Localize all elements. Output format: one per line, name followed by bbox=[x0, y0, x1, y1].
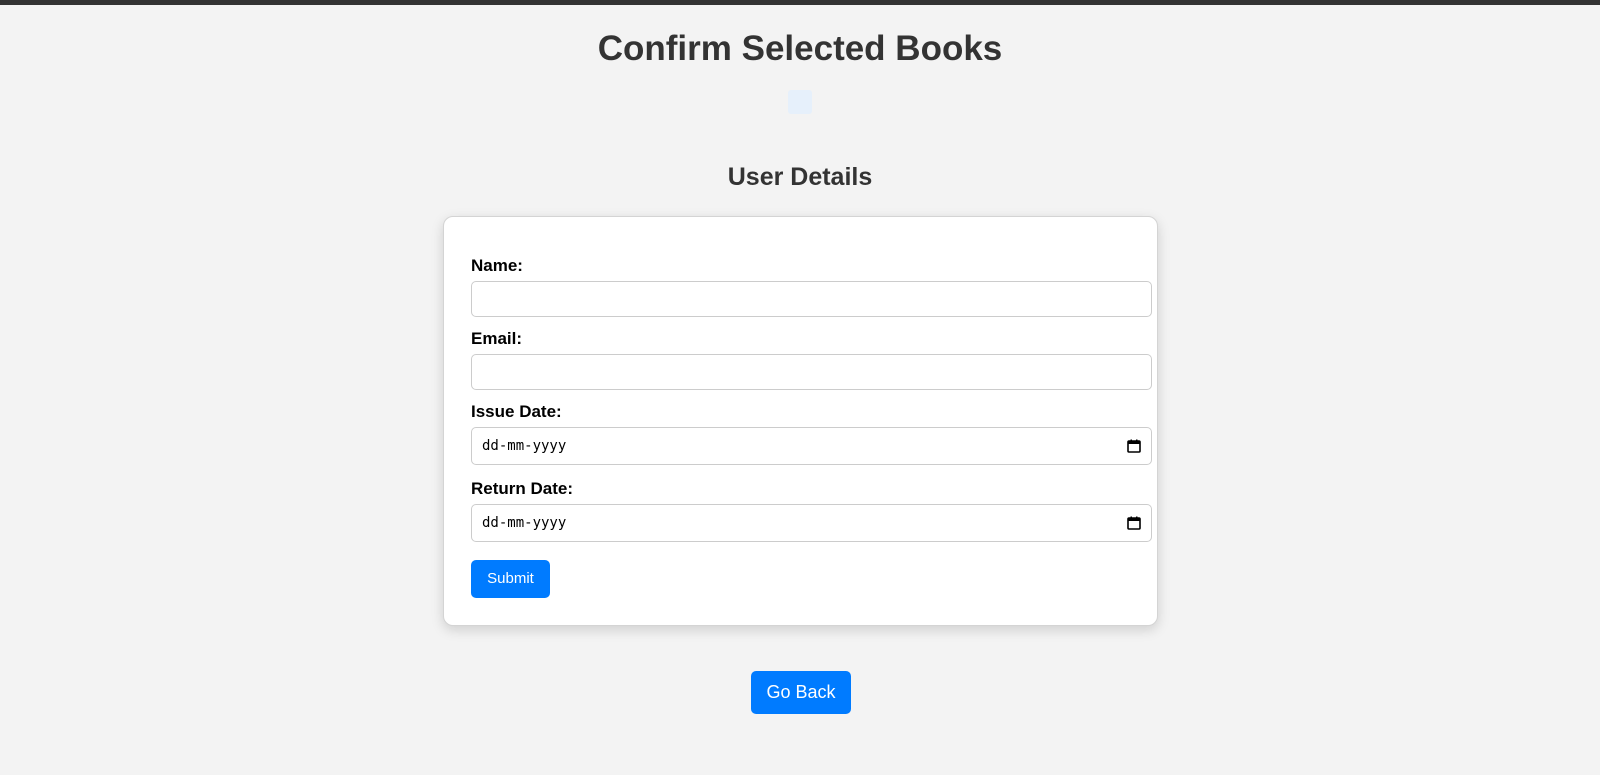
go-back-button[interactable]: Go Back bbox=[751, 671, 851, 714]
return-date-placeholder: dd-mm-yyyy bbox=[482, 515, 567, 531]
calendar-icon[interactable] bbox=[1127, 516, 1141, 530]
email-input[interactable] bbox=[471, 354, 1152, 390]
name-label: Name: bbox=[471, 256, 523, 275]
page-title: Confirm Selected Books bbox=[597, 29, 1003, 68]
issue-date-input[interactable]: dd-mm-yyyy bbox=[471, 427, 1152, 465]
user-details-heading: User Details bbox=[727, 163, 873, 191]
top-bar bbox=[0, 0, 1600, 5]
issue-date-placeholder: dd-mm-yyyy bbox=[482, 438, 567, 454]
email-label: Email: bbox=[471, 329, 523, 348]
submit-button[interactable]: Submit bbox=[471, 560, 550, 598]
return-date-label: Return Date: bbox=[471, 479, 574, 498]
return-date-input[interactable]: dd-mm-yyyy bbox=[471, 504, 1152, 542]
name-input[interactable] bbox=[471, 281, 1152, 317]
selected-books-list bbox=[788, 90, 812, 114]
issue-date-label: Issue Date: bbox=[471, 402, 562, 421]
calendar-icon[interactable] bbox=[1127, 439, 1141, 453]
user-details-form: Name: Email: Issue Date: dd-mm-yyyy Retu… bbox=[443, 216, 1158, 626]
